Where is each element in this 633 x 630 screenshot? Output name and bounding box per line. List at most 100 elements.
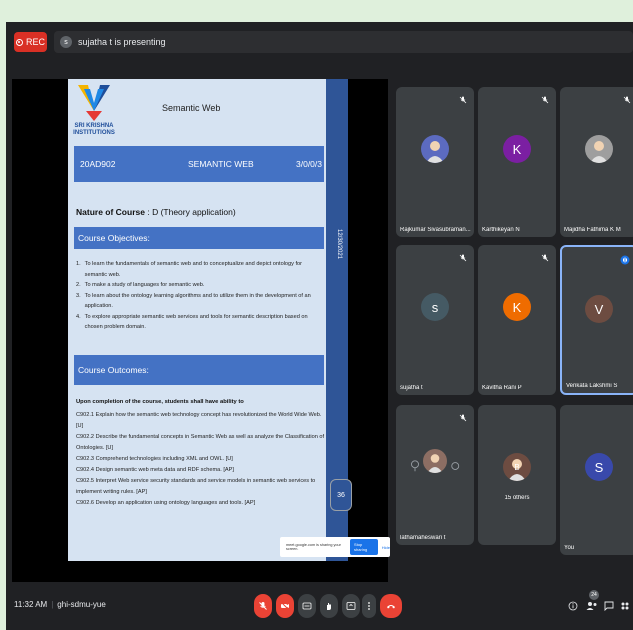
record-icon [15,38,23,46]
avatar: K [503,293,531,321]
hand-icon [327,603,331,610]
clock-time: 11:32 AM [14,600,48,609]
rec-label: REC [25,37,45,47]
activities-icon[interactable] [620,601,630,611]
recording-indicator[interactable]: REC [14,32,47,52]
avatar-initial: V [594,301,604,317]
participant-name: Majidha Fathima K M [564,227,621,233]
presenting-text: sujatha t is presenting [78,37,166,47]
participant-name: You [564,545,575,551]
participant-tile[interactable]: K Karthikeyan N [478,87,556,237]
captions-icon [302,602,312,610]
leave-call-button[interactable] [380,594,402,618]
more-vert-icon [368,602,370,610]
people-count-badge: 24 [589,590,599,600]
avatar: S [585,453,613,481]
participant-name: Kavitha Rani P [482,385,522,391]
list-item: C902.5 Interpret Web service security st… [76,478,316,495]
participant-tile[interactable]: Majidha Fathima K M [560,87,633,237]
avatar-initial: K [512,141,522,157]
separator: | [51,600,54,609]
course-header-bar: 20AD902 SEMANTIC WEB 3/0/0/3 [74,146,324,182]
objectives-list: 1. To learn the fundamentals of semantic … [76,259,324,333]
outcomes-intro: Upon completion of the course, students … [76,399,244,405]
mic-muted-icon [541,96,549,104]
camera-toggle-button[interactable] [276,594,294,618]
participant-name: Rajkumar Sivasubraman... [400,227,471,233]
avatar: s [421,293,449,321]
participant-name: 15 others [504,495,530,501]
presenter-avatar: s [60,36,72,48]
info-icon[interactable] [568,601,578,611]
raise-hand-button[interactable] [320,594,338,618]
mic-muted-icon [540,413,550,423]
participant-name: Venkata Lakshmi S [566,383,618,389]
avatar-initial: B [514,462,520,472]
share-text: meet.google.com is sharing your screen. [286,543,341,551]
outcomes-header: Course Outcomes: [74,355,324,385]
avatar: V [585,295,613,323]
participant-tile[interactable]: K Kavitha Rani P [478,245,556,395]
participant-tile[interactable]: B 15 others [478,405,556,545]
list-item: C902.1 Explain how the semantic web tech… [76,412,322,429]
presentation-stage[interactable]: 12/30/2021 SRI KRISHNA INSTITUTIONS Sema… [12,79,390,599]
present-button[interactable] [342,594,360,618]
outcomes-list: C902.1 Explain how the semantic web tech… [76,410,326,509]
participant-tile[interactable]: S You [560,405,633,555]
participant-tile[interactable]: Rajkumar Sivasubraman... [396,87,474,237]
list-item: 2. To make a study of languages for seman… [76,282,205,288]
avatar: K [503,135,531,163]
nature-label: Nature of Course [76,207,145,217]
top-bar: REC s sujatha t is presenting [6,22,633,62]
slide-page-number: 36 [330,479,352,511]
pin-icon[interactable] [408,459,464,473]
people-icon[interactable] [586,601,598,611]
mic-muted-icon [541,254,549,262]
present-icon [346,602,356,610]
screen-share-toast: meet.google.com is sharing your screen. … [280,537,390,557]
slide-date: 12/30/2021 [336,229,342,260]
hide-button[interactable]: Hide [382,545,390,550]
mic-muted-icon [623,96,631,104]
presenting-banner[interactable]: s sujatha t is presenting [54,31,633,53]
list-item: C902.6 Develop an application using onto… [76,500,256,506]
participant-tile[interactable]: V Venkata Lakshmi S [560,245,633,395]
mic-toggle-button[interactable] [254,594,272,618]
participant-name: lathamaheswari t [400,535,446,541]
camera-off-icon [281,602,289,610]
list-item: 3. To learn about the ontology learning a… [76,292,311,310]
mic-muted-icon [622,413,632,423]
avatar [585,135,613,163]
participant-name: Karthikeyan N [482,227,520,233]
list-item: 1. To learn the fundamentals of semantic … [76,261,303,278]
meet-window: REC s sujatha t is presenting 12/30/2021… [6,22,633,630]
list-item: C902.2 Describe the fundamental concepts… [76,434,325,451]
list-item: C902.3 Comprehend technologies including… [76,456,233,462]
mic-muted-icon [459,414,467,422]
course-code: 20AD902 [80,159,116,169]
captions-button[interactable] [298,594,316,618]
course-name: SEMANTIC WEB [188,159,254,169]
mic-off-icon [259,602,267,610]
course-credits: 3/0/0/3 [296,159,322,169]
meeting-info: 11:32 AM | ghi-sdmu-yue [14,600,106,609]
list-item: 4. To explore appropriate semantic web se… [76,313,308,331]
chat-icon[interactable] [604,601,614,611]
mic-muted-icon [459,254,467,262]
logo-text: SRI KRISHNA INSTITUTIONS [73,123,115,136]
avatar: B [503,453,531,481]
avatar-initial: s [431,299,439,315]
stop-sharing-button[interactable]: Stop sharing [350,539,378,555]
participant-tile[interactable]: lathamaheswari t [396,405,474,545]
objectives-header: Course Objectives: [74,227,324,249]
avatar [421,135,449,163]
list-item: C902.4 Design semantic web meta data and… [76,467,234,473]
meeting-code[interactable]: ghi-sdmu-yue [57,600,105,609]
more-options-button[interactable] [362,594,376,618]
mic-muted-icon [459,96,467,104]
participant-tile[interactable]: s sujatha t [396,245,474,395]
participant-name: sujatha t [400,385,423,391]
avatar-initial: S [594,459,604,475]
avatar-initial: K [512,299,522,315]
speaking-icon [620,255,630,265]
